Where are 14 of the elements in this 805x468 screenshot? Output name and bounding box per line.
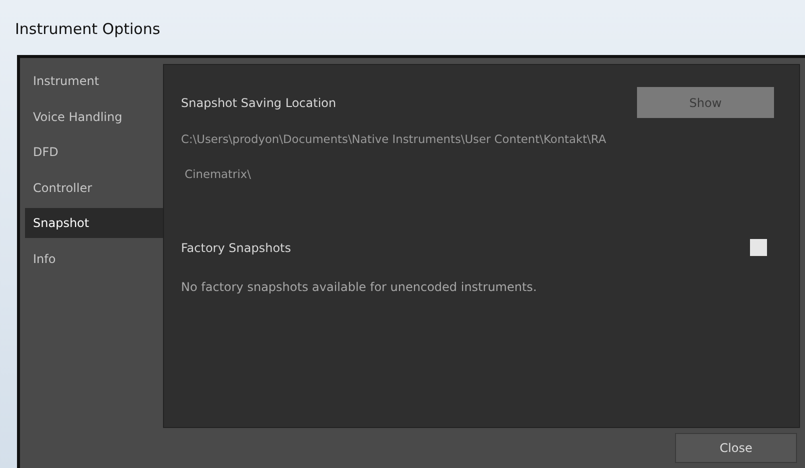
sidebar-item[interactable]: DFD — [25, 137, 163, 167]
sidebar-item[interactable]: Info — [25, 244, 163, 274]
sidebar-item[interactable]: Controller — [25, 172, 163, 202]
close-button[interactable]: Close — [675, 433, 797, 463]
checkbox[interactable] — [750, 239, 767, 256]
section-heading: Factory Snapshots — [181, 240, 291, 254]
folder-path: Cinematrix\ — [184, 167, 252, 181]
section-heading: Snapshot Saving Location — [181, 96, 336, 110]
sidebar-item[interactable]: Instrument — [25, 66, 163, 96]
info-message: No factory snapshots available for unencoded instruments. — [181, 280, 538, 294]
sidebar-item[interactable]: Voice Handling — [25, 102, 163, 132]
window-title: Instrument Options — [14, 19, 162, 40]
folder-path: C:\Users\prodyon\Documents\Native Instruments\User Content\Kontakt\RA — [181, 132, 608, 146]
sidebar-item[interactable]: Snapshot — [25, 208, 163, 238]
